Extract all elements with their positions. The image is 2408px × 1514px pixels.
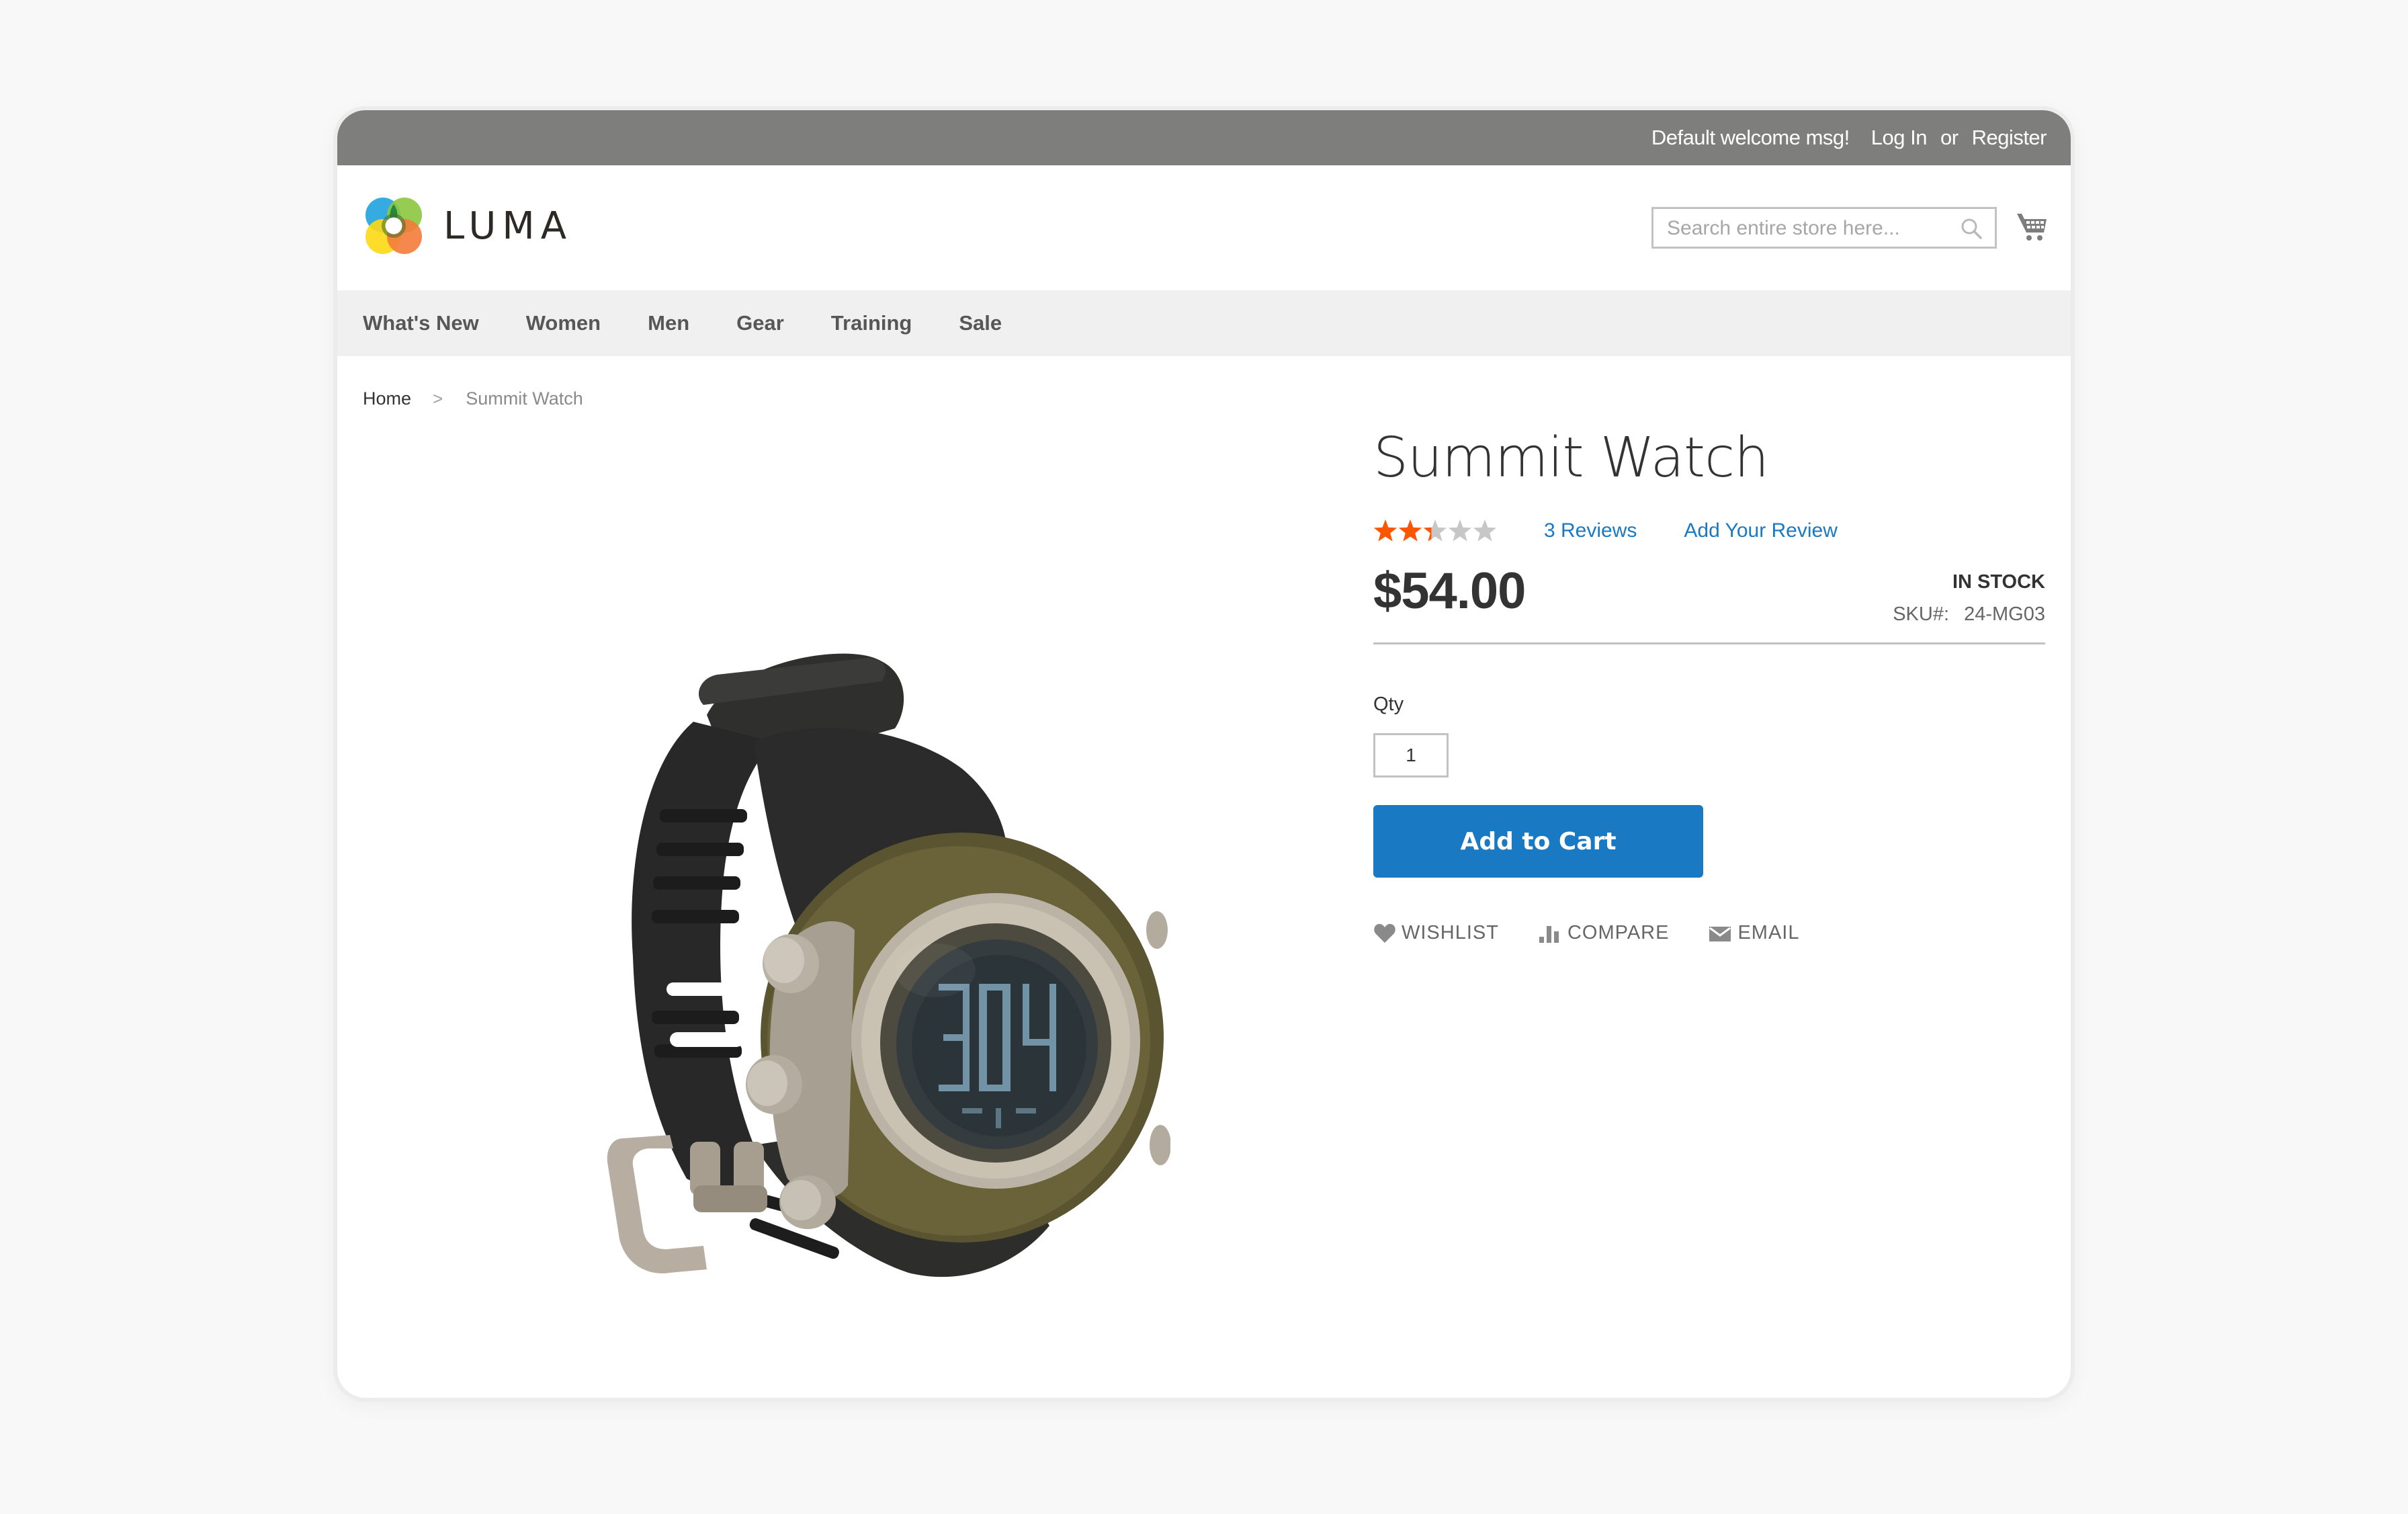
star-empty-icon	[1473, 519, 1497, 542]
reviews-link[interactable]: 3 Reviews	[1544, 519, 1637, 542]
wishlist-button[interactable]: WISHLIST	[1373, 922, 1499, 944]
breadcrumb: Home > Summit Watch	[363, 388, 583, 409]
luma-logo-icon	[366, 198, 422, 254]
star-filled-icon	[1373, 519, 1398, 542]
email-label: EMAIL	[1737, 922, 1800, 943]
nav-item-whats-new[interactable]: What's New	[363, 311, 479, 335]
main-navigation: What's New Women Men Gear Training Sale	[337, 290, 2071, 356]
search-box	[1651, 207, 1997, 249]
breadcrumb-current: Summit Watch	[466, 388, 583, 409]
product-sku: SKU#: 24-MG03	[1893, 603, 2045, 626]
product-image[interactable]	[532, 540, 1171, 1313]
divider	[1373, 642, 2045, 644]
stock-status: IN STOCK	[1952, 571, 2045, 593]
heart-icon	[1374, 923, 1395, 943]
qty-input[interactable]	[1373, 733, 1449, 777]
watch-image	[607, 653, 1171, 1277]
nav-item-gear[interactable]: Gear	[736, 311, 784, 335]
compare-bars-icon	[1539, 925, 1559, 943]
shopping-cart-icon[interactable]	[2016, 211, 2048, 243]
welcome-message: Default welcome msg!	[1651, 126, 1850, 149]
nav-item-women[interactable]: Women	[526, 311, 601, 335]
header-links: Default welcome msg! Log In or Register	[1651, 110, 2047, 165]
page-card: Default welcome msg! Log In or Register …	[337, 110, 2071, 1398]
sku-label: SKU#:	[1893, 603, 1950, 625]
register-link[interactable]: Register	[1972, 126, 2047, 150]
star-rating-icon	[1373, 519, 1497, 542]
breadcrumb-separator-icon: >	[433, 388, 443, 409]
product-title: Summit Watch	[1373, 426, 1769, 490]
product-actions: WISHLIST COMPARE EMAIL	[1373, 922, 1799, 944]
add-to-cart-button[interactable]: Add to Cart	[1373, 805, 1703, 878]
search-icon[interactable]	[1960, 217, 1983, 240]
nav-item-sale[interactable]: Sale	[959, 311, 1002, 335]
star-filled-icon	[1398, 519, 1422, 542]
nav-item-men[interactable]: Men	[648, 311, 689, 335]
breadcrumb-home[interactable]: Home	[363, 388, 411, 409]
envelope-icon	[1709, 926, 1731, 941]
add-review-link[interactable]: Add Your Review	[1684, 519, 1838, 542]
star-empty-icon	[1448, 519, 1472, 542]
wishlist-label: WISHLIST	[1402, 922, 1499, 943]
product-price: $54.00	[1373, 562, 1526, 620]
or-text: or	[1940, 126, 1959, 149]
top-bar: Default welcome msg! Log In or Register	[337, 110, 2071, 165]
sku-value: 24-MG03	[1964, 603, 2045, 625]
email-button[interactable]: EMAIL	[1708, 922, 1799, 944]
site-header: LUMA	[337, 165, 2071, 290]
compare-button[interactable]: COMPARE	[1538, 922, 1669, 944]
nav-item-training[interactable]: Training	[831, 311, 912, 335]
rating-stars	[1373, 517, 1497, 544]
compare-label: COMPARE	[1567, 922, 1670, 943]
product-rating: 3 Reviews Add Your Review	[1373, 517, 1838, 544]
search-input[interactable]	[1666, 209, 1950, 248]
qty-label: Qty	[1373, 693, 1404, 715]
logo-link[interactable]: LUMA	[363, 195, 572, 257]
login-link[interactable]: Log In	[1871, 126, 1928, 150]
brand-name: LUMA	[443, 204, 573, 248]
